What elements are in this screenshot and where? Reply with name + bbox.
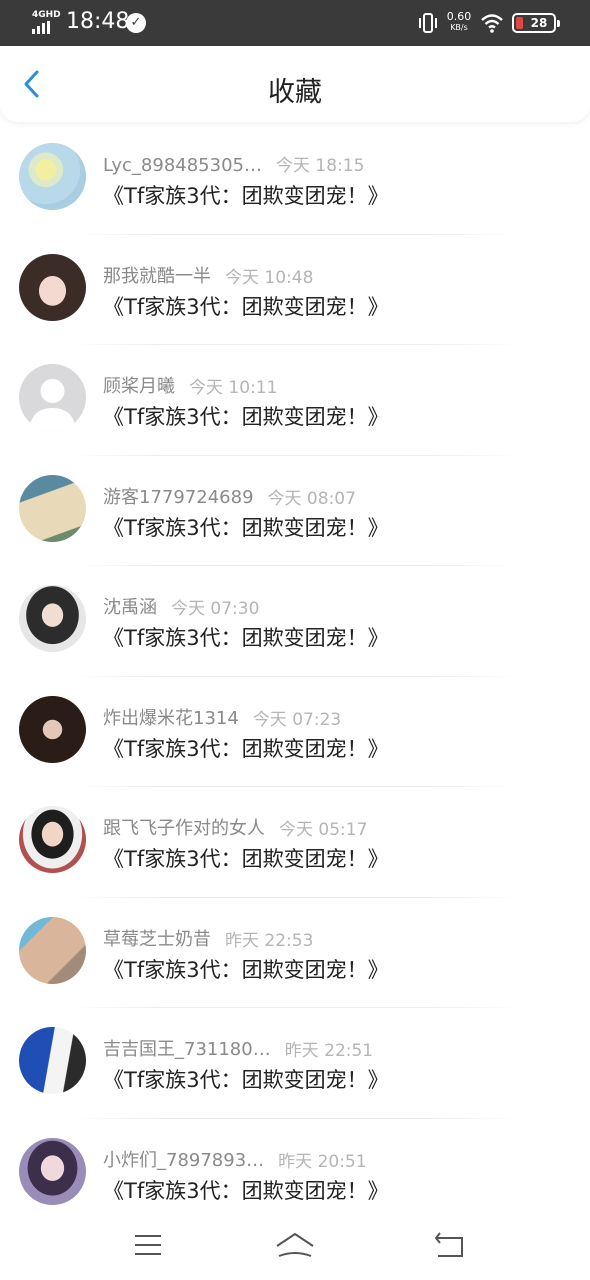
book-title[interactable]: 《Tf家族3代：团欺变团宠！》	[103, 512, 389, 542]
username[interactable]: 吉吉国王_731180…	[103, 1035, 271, 1061]
avatar[interactable]	[19, 916, 86, 984]
header: 收藏	[0, 46, 590, 122]
avatar[interactable]	[19, 806, 86, 873]
wifi-icon	[481, 14, 503, 33]
timestamp: 今天 10:48	[225, 267, 314, 288]
username[interactable]: 小炸们_7897893…	[103, 1146, 264, 1172]
item-meta: 炸出爆米花1314 今天 07:23	[103, 704, 341, 730]
username[interactable]: 炸出爆米花1314	[103, 704, 239, 730]
item-meta: 沈禹涵 今天 07:30	[103, 593, 259, 619]
item-meta: 小炸们_7897893… 昨天 20:51	[103, 1146, 367, 1172]
list-item[interactable]: 那我就酷一半 今天 10:48 《Tf家族3代：团欺变团宠！》	[0, 235, 590, 345]
network-speed: 0.60 KB/s	[444, 11, 474, 33]
default-avatar-icon	[29, 379, 76, 431]
return-icon	[435, 1232, 463, 1257]
battery-icon: 28	[512, 13, 560, 33]
favorites-list: Lyc_898485305… 今天 18:15 《Tf家族3代：团欺变团宠！》 那…	[0, 124, 590, 1229]
item-meta: 顾桨月曦 今天 10:11	[103, 372, 277, 398]
book-title[interactable]: 《Tf家族3代：团欺变团宠！》	[103, 733, 389, 763]
username[interactable]: 草莓芝士奶昔	[103, 925, 211, 951]
speed-value: 0.60	[446, 10, 472, 23]
notification-check-icon: ✓	[126, 13, 146, 33]
item-meta: 游客1779724689 今天 08:07	[103, 483, 356, 509]
item-meta: 吉吉国王_731180… 昨天 22:51	[103, 1035, 373, 1061]
avatar[interactable]	[19, 253, 86, 321]
avatar[interactable]	[19, 1027, 86, 1094]
book-title[interactable]: 《Tf家族3代：团欺变团宠！》	[103, 291, 389, 321]
avatar[interactable]	[19, 364, 86, 431]
vibrate-icon	[419, 13, 437, 33]
list-item[interactable]: Lyc_898485305… 今天 18:15 《Tf家族3代：团欺变团宠！》	[0, 124, 590, 235]
speed-unit: KB/s	[450, 23, 468, 32]
timestamp: 今天 07:30	[171, 599, 260, 619]
timestamp: 今天 07:23	[252, 709, 342, 730]
timestamp: 今天 08:07	[267, 488, 356, 509]
list-item[interactable]: 草莓芝士奶昔 昨天 22:53 《Tf家族3代：团欺变团宠！》	[0, 898, 590, 1008]
book-title[interactable]: 《Tf家族3代：团欺变团宠！》	[103, 954, 389, 984]
book-title[interactable]: 《Tf家族3代：团欺变团宠！》	[103, 622, 389, 652]
battery-level: 28	[530, 16, 548, 30]
status-bar: 4GHD 18:48 ✓ 0.60 KB/s 28	[0, 0, 590, 46]
avatar[interactable]	[19, 474, 86, 542]
menu-button[interactable]	[128, 1230, 168, 1262]
home-icon	[276, 1233, 314, 1257]
list-item[interactable]: 跟飞飞子作对的女人 今天 05:17 《Tf家族3代：团欺变团宠！》	[0, 787, 590, 898]
item-meta: 跟飞飞子作对的女人 今天 05:17	[103, 814, 367, 840]
item-meta: 草莓芝士奶昔 昨天 22:53	[103, 925, 313, 951]
menu-icon	[135, 1235, 161, 1255]
list-item[interactable]: 沈禹涵 今天 07:30 《Tf家族3代：团欺变团宠！》	[0, 566, 590, 677]
system-nav-bar	[0, 1212, 590, 1280]
timestamp: 今天 18:15	[276, 156, 365, 176]
timestamp: 昨天 22:51	[284, 1041, 374, 1061]
timestamp: 今天 10:11	[189, 378, 278, 398]
timestamp: 今天 05:17	[279, 820, 368, 840]
status-time: 18:48	[66, 9, 130, 34]
signal-icon: 4GHD	[32, 10, 61, 34]
username[interactable]: 跟飞飞子作对的女人	[103, 814, 265, 840]
list-item[interactable]: 吉吉国王_731180… 昨天 22:51 《Tf家族3代：团欺变团宠！》	[0, 1008, 590, 1119]
book-title[interactable]: 《Tf家族3代：团欺变团宠！》	[103, 843, 389, 873]
list-item[interactable]: 炸出爆米花1314 今天 07:23 《Tf家族3代：团欺变团宠！》	[0, 677, 590, 787]
username[interactable]: 那我就酷一半	[103, 262, 211, 288]
book-title[interactable]: 《Tf家族3代：团欺变团宠！》	[103, 180, 389, 210]
page-title: 收藏	[268, 77, 322, 108]
username[interactable]: Lyc_898485305…	[103, 155, 262, 176]
list-item[interactable]: 顾桨月曦 今天 10:11 《Tf家族3代：团欺变团宠！》	[0, 345, 590, 456]
avatar[interactable]	[19, 695, 86, 763]
home-button[interactable]	[275, 1230, 315, 1262]
avatar[interactable]	[19, 143, 86, 210]
network-type: 4GHD	[32, 10, 61, 20]
list-item[interactable]: 游客1779724689 今天 08:07 《Tf家族3代：团欺变团宠！》	[0, 456, 590, 566]
avatar[interactable]	[19, 585, 86, 652]
username[interactable]: 游客1779724689	[103, 483, 254, 509]
username[interactable]: 顾桨月曦	[103, 372, 175, 398]
book-title[interactable]: 《Tf家族3代：团欺变团宠！》	[103, 401, 389, 431]
book-title[interactable]: 《Tf家族3代：团欺变团宠！》	[103, 1064, 389, 1094]
book-title[interactable]: 《Tf家族3代：团欺变团宠！》	[103, 1175, 389, 1205]
timestamp: 昨天 20:51	[278, 1151, 367, 1172]
avatar[interactable]	[19, 1137, 86, 1205]
item-meta: 那我就酷一半 今天 10:48	[103, 262, 313, 288]
return-button[interactable]	[430, 1230, 470, 1262]
timestamp: 昨天 22:53	[225, 930, 314, 951]
item-meta: Lyc_898485305… 今天 18:15	[103, 151, 364, 176]
username[interactable]: 沈禹涵	[103, 593, 157, 619]
